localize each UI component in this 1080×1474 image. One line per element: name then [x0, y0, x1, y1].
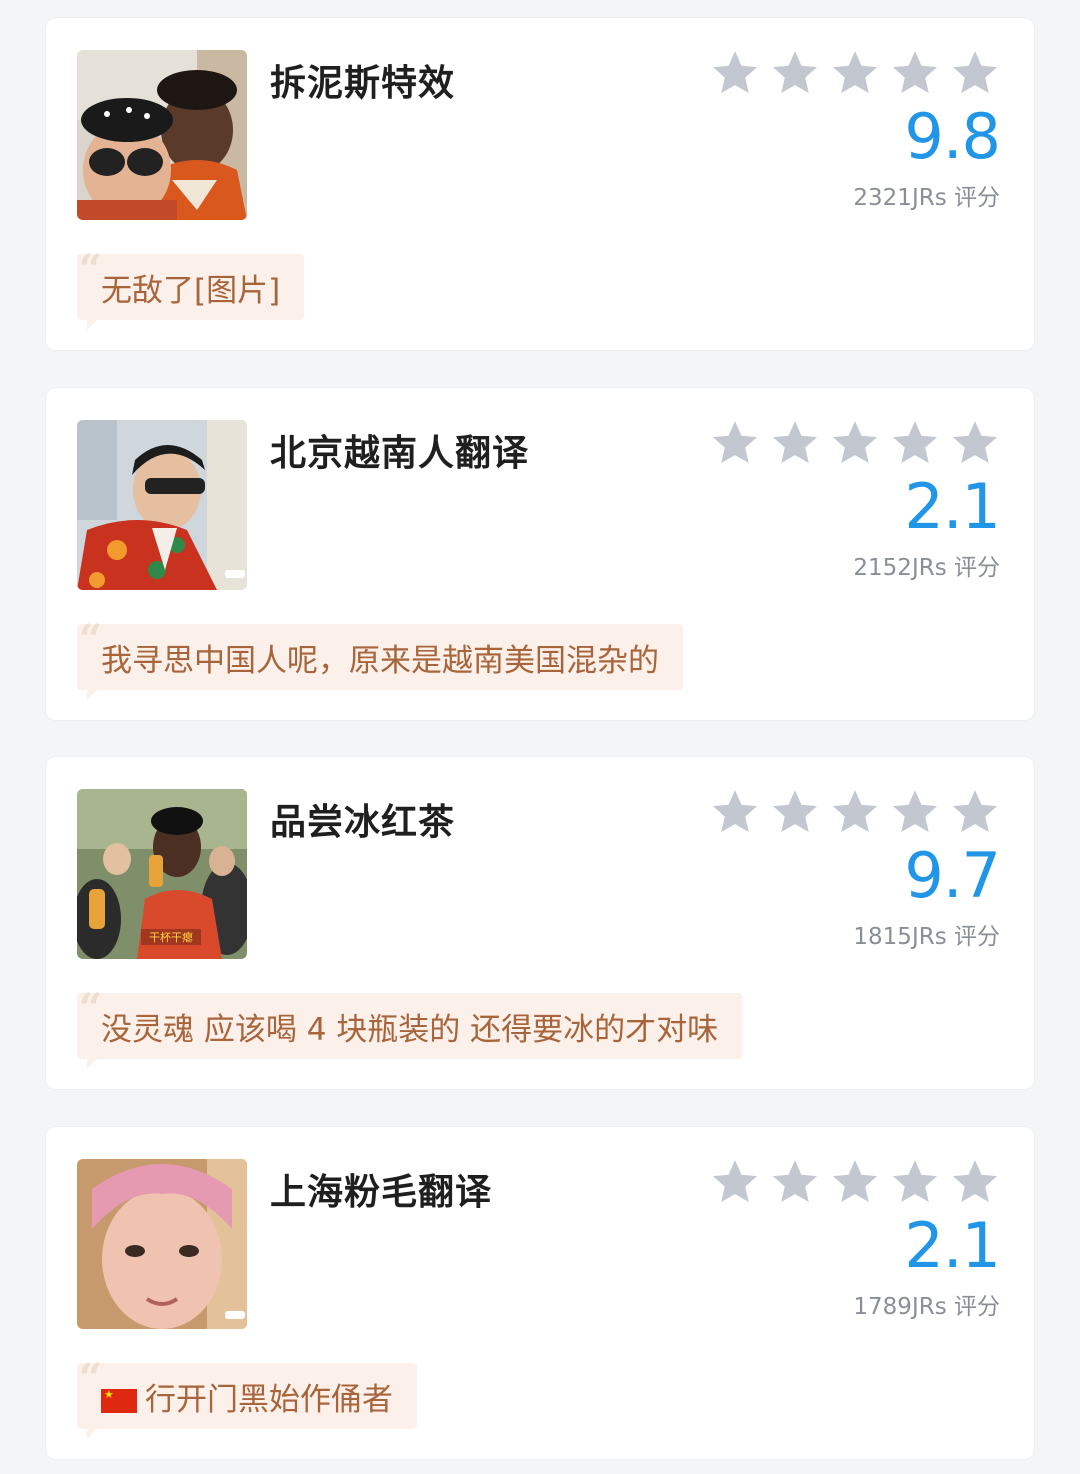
- top-comment[interactable]: “ 我寻思中国人呢，原来是越南美国混杂的: [77, 620, 683, 700]
- star-icon[interactable]: [830, 787, 880, 837]
- star-icon[interactable]: [950, 787, 1000, 837]
- star-icon[interactable]: [830, 418, 880, 468]
- thumb-caption: 干杯干瘪: [149, 930, 193, 944]
- photo-two-people: [77, 50, 247, 220]
- star-rating[interactable]: [710, 1157, 1000, 1207]
- thumbnail-image[interactable]: [77, 1159, 247, 1329]
- star-icon[interactable]: [890, 1157, 940, 1207]
- star-icon[interactable]: [770, 787, 820, 837]
- quote-mark-icon: “: [79, 246, 103, 293]
- score-value: 2.1: [904, 1209, 1001, 1282]
- rating-card[interactable]: 上海粉毛翻译 2.1 1789JRs 评分 “ 行开门黑始作俑者: [46, 1127, 1034, 1459]
- star-icon[interactable]: [890, 418, 940, 468]
- star-icon[interactable]: [710, 787, 760, 837]
- star-icon[interactable]: [890, 48, 940, 98]
- comment-text: 没灵魂 应该喝 4 块瓶装的 还得要冰的才对味: [101, 1011, 719, 1048]
- item-title: 拆泥斯特效: [270, 63, 456, 104]
- star-rating[interactable]: [710, 418, 1000, 468]
- rating-count: 2321JRs 评分: [853, 185, 1000, 211]
- star-icon[interactable]: [950, 1157, 1000, 1207]
- star-icon[interactable]: [710, 48, 760, 98]
- photo-man-sunglasses: [77, 420, 247, 590]
- rating-card[interactable]: 干杯干瘪 品尝冰红茶 9.7 1815JRs 评分 “ 没灵魂 应该喝 4 块瓶…: [46, 757, 1034, 1089]
- top-comment[interactable]: “ 无敌了[图片]: [77, 250, 305, 330]
- comment-text: 我寻思中国人呢，原来是越南美国混杂的: [101, 642, 659, 679]
- comment-text: 无敌了[图片]: [101, 272, 281, 309]
- comment-text: 行开门黑始作俑者: [145, 1381, 393, 1418]
- quote-mark-icon: “: [79, 1355, 103, 1402]
- comment-bubble-tail: [87, 690, 97, 700]
- thumbnail-image[interactable]: [77, 50, 247, 220]
- photo-pink-hair-person: [77, 1159, 247, 1329]
- star-icon[interactable]: [950, 418, 1000, 468]
- item-title: 品尝冰红茶: [270, 802, 456, 843]
- quote-mark-icon: “: [79, 616, 103, 663]
- rating-card[interactable]: 拆泥斯特效 9.8 2321JRs 评分 “ 无敌了[图片]: [46, 18, 1034, 350]
- score-value: 9.7: [904, 839, 1001, 912]
- star-icon[interactable]: [830, 1157, 880, 1207]
- item-title: 上海粉毛翻译: [270, 1172, 493, 1213]
- comment-bubble-tail: [87, 1429, 97, 1439]
- star-rating[interactable]: [710, 787, 1000, 837]
- star-icon[interactable]: [710, 1157, 760, 1207]
- comment-text-wrapper: 行开门黑始作俑者: [101, 1374, 393, 1419]
- star-icon[interactable]: [710, 418, 760, 468]
- star-icon[interactable]: [830, 48, 880, 98]
- top-comment[interactable]: “ 行开门黑始作俑者: [77, 1359, 417, 1439]
- thumbnail-image[interactable]: [77, 420, 247, 590]
- quote-mark-icon: “: [79, 985, 103, 1032]
- thumbnail-image[interactable]: 干杯干瘪: [77, 789, 247, 959]
- star-icon[interactable]: [770, 418, 820, 468]
- rating-count: 1815JRs 评分: [853, 924, 1000, 950]
- star-rating[interactable]: [710, 48, 1000, 98]
- star-icon[interactable]: [770, 1157, 820, 1207]
- comment-bubble-tail: [87, 1059, 97, 1069]
- item-title: 北京越南人翻译: [270, 433, 530, 474]
- star-icon[interactable]: [770, 48, 820, 98]
- rating-count: 1789JRs 评分: [853, 1294, 1000, 1320]
- star-icon[interactable]: [890, 787, 940, 837]
- star-icon[interactable]: [950, 48, 1000, 98]
- comment-bubble-tail: [87, 320, 97, 330]
- photo-man-drinking-tea: 干杯干瘪: [77, 789, 247, 959]
- rating-count: 2152JRs 评分: [853, 555, 1000, 581]
- score-value: 2.1: [904, 470, 1001, 543]
- top-comment[interactable]: “ 没灵魂 应该喝 4 块瓶装的 还得要冰的才对味: [77, 989, 743, 1069]
- china-flag-icon: [101, 1389, 137, 1413]
- score-value: 9.8: [904, 100, 1001, 173]
- rating-card[interactable]: 北京越南人翻译 2.1 2152JRs 评分 “ 我寻思中国人呢，原来是越南美国…: [46, 388, 1034, 720]
